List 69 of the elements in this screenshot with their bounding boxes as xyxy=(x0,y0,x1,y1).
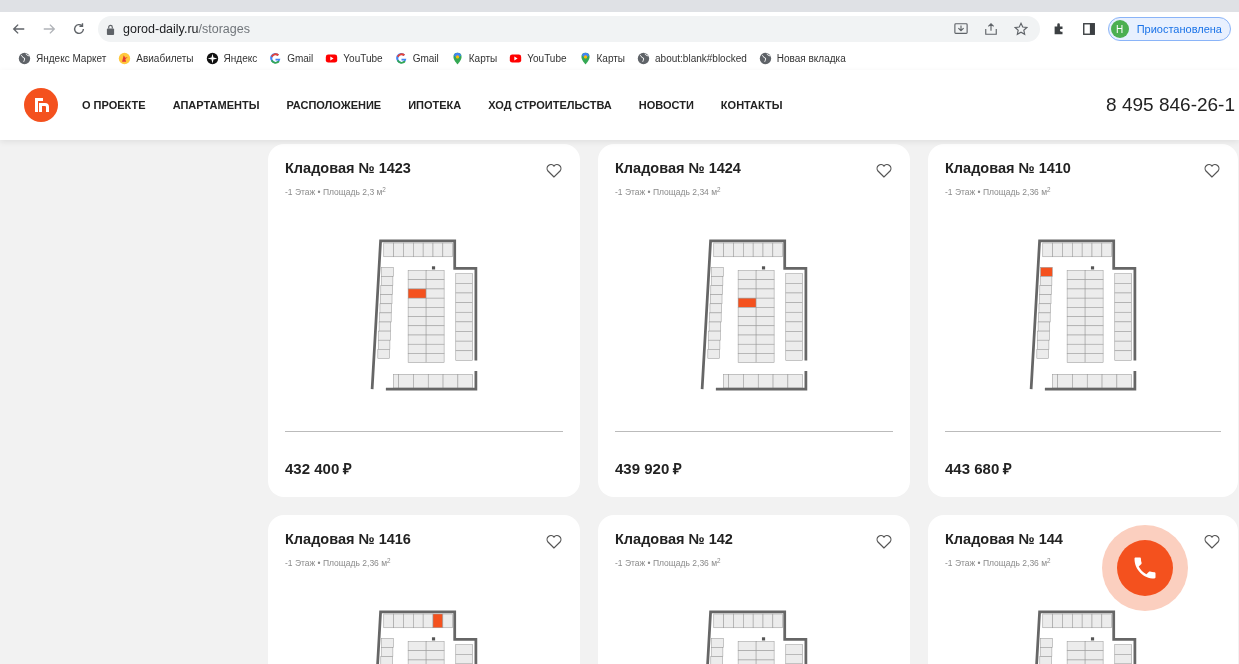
storage-card[interactable]: Кладовая № 1416 -1 Этаж • Площадь 2,36 м$^{2}$ xyxy=(268,515,580,664)
avatar-icon: Н xyxy=(1110,20,1129,38)
bookmark[interactable]: Новая вкладка xyxy=(752,50,852,66)
card-price: 439 920 ₽ xyxy=(615,458,684,479)
nav-link[interactable]: О ПРОЕКТЕ xyxy=(82,96,146,114)
card-title: Кладовая № 144 xyxy=(945,530,1063,549)
globe-icon xyxy=(637,51,651,65)
logo-icon xyxy=(24,88,58,122)
heart-icon xyxy=(876,534,892,550)
card-title: Кладовая № 1410 xyxy=(945,159,1071,178)
card-details: -1 Этаж • Площадь 2,36 м$^{2}$ xyxy=(285,556,392,570)
nav-link[interactable]: НОВОСТИ xyxy=(638,96,694,114)
star-icon xyxy=(1013,22,1028,36)
download-icon xyxy=(953,22,968,36)
side-panel-icon xyxy=(1081,22,1096,36)
nav-link[interactable]: АПАРТАМЕНТЫ xyxy=(172,96,260,114)
card-details: -1 Этаж • Площадь 2,36 м$^{2}$ xyxy=(615,556,722,570)
bookmark[interactable]: Карты xyxy=(444,50,504,66)
arrow-right-icon xyxy=(42,22,56,36)
address-bar[interactable]: gorod-daily.ru/storages xyxy=(98,16,1040,42)
card-title: Кладовая № 1424 xyxy=(615,159,741,178)
bookmark[interactable]: about:blank#blocked xyxy=(631,50,753,66)
bookmark[interactable]: YouTube xyxy=(503,50,573,66)
card-title: Кладовая № 1416 xyxy=(285,530,411,549)
heart-icon xyxy=(546,534,562,550)
play-icon xyxy=(325,51,339,65)
bookmark[interactable]: Gmail xyxy=(263,50,320,66)
heart-icon xyxy=(546,163,562,179)
globe-icon xyxy=(758,51,772,65)
storage-card[interactable]: Кладовая № 1410 -1 Этаж • Площадь 2,36 м$^{2}$ 443 680 ₽ xyxy=(928,144,1238,497)
card-title: Кладовая № 1423 xyxy=(285,159,411,178)
nav-link[interactable]: ИПОТЕКА xyxy=(408,96,462,114)
nav-link[interactable]: ХОД СТРОИТЕЛЬСТВА xyxy=(488,96,612,114)
bookmark[interactable]: Карты xyxy=(572,50,632,66)
card-details: -1 Этаж • Площадь 2,3 м$^{2}$ xyxy=(285,185,387,199)
card-details: -1 Этаж • Площадь 2,36 м$^{2}$ xyxy=(945,185,1052,199)
nav-link[interactable]: КОНТАКТЫ xyxy=(720,96,783,114)
profile-button[interactable]: Н Приостановлена xyxy=(1107,17,1231,41)
storage-card[interactable]: Кладовая № 1424 -1 Этаж • Площадь 2,34 м$^{2}$ 439 920 ₽ xyxy=(598,144,910,497)
map-pin-icon xyxy=(450,51,464,65)
bookmark[interactable]: Яндекс xyxy=(199,50,264,66)
url-text: gorod-daily.ru/storages xyxy=(123,20,250,38)
google-icon xyxy=(394,51,408,65)
storage-card[interactable]: Кладовая № 1423 -1 Этаж • Площадь 2,3 м$^{2}$ 432 400 ₽ xyxy=(268,144,580,497)
card-details: -1 Этаж • Площадь 2,34 м$^{2}$ xyxy=(615,185,722,199)
storage-card[interactable]: Кладовая № 142 -1 Этаж • Площадь 2,36 м$^{2}$ xyxy=(598,515,910,664)
share-icon xyxy=(983,22,998,36)
lock-icon xyxy=(106,23,115,35)
arrow-left-icon xyxy=(12,22,26,36)
card-price: 432 400 ₽ xyxy=(285,458,354,479)
heart-icon xyxy=(876,163,892,179)
google-icon xyxy=(269,51,283,65)
phone-number[interactable]: 8 495 846-26-1 xyxy=(1106,90,1235,120)
plane-icon xyxy=(118,51,132,65)
bookmark[interactable]: Авиабилеты xyxy=(112,50,200,66)
bookmark[interactable]: Gmail xyxy=(388,50,445,66)
card-details: -1 Этаж • Площадь 2,36 м$^{2}$ xyxy=(945,556,1052,570)
heart-icon xyxy=(1204,163,1220,179)
reload-icon xyxy=(72,22,86,36)
compass-icon xyxy=(205,51,219,65)
map-pin-icon xyxy=(578,51,592,65)
play-icon xyxy=(509,51,523,65)
card-title: Кладовая № 142 xyxy=(615,530,733,549)
card-price: 443 680 ₽ xyxy=(945,458,1014,479)
globe-icon xyxy=(18,51,31,65)
bookmark[interactable]: Яндекс Маркет xyxy=(12,50,113,66)
heart-icon xyxy=(1204,534,1220,550)
bookmark[interactable]: YouTube xyxy=(319,50,389,66)
nav-link[interactable]: РАСПОЛОЖЕНИЕ xyxy=(286,96,382,114)
